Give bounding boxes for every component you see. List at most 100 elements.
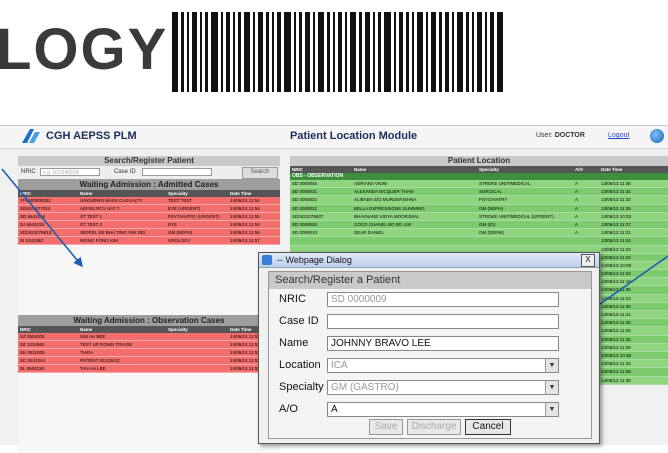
barcode-bar: [399, 12, 403, 92]
patient-location-header: Patient Location: [290, 156, 668, 166]
table-cell: PSYCHIATRY (URGENT): [168, 214, 220, 219]
barcode-bar: [406, 12, 409, 92]
table-row[interactable]: SD 0000022 BELLA EXPRESSIONS SLIMMING GM (…: [290, 204, 668, 213]
table-row[interactable]: SL 0604220 TAN AH LEE 14/06/13 11:53: [18, 365, 280, 373]
nric-label: NRIC: [279, 293, 306, 305]
table-cell: COCO CHANEL BO BO LIM: [354, 221, 412, 227]
table-cell: GM (DERM): [479, 230, 504, 236]
table-cell: 13/06/13 11:28: [601, 205, 631, 211]
ao-select[interactable]: A ▼: [327, 402, 559, 417]
table-cell: 13/06/13 11:29: [601, 344, 631, 350]
table-row[interactable]: SZ 1234560 TEST UP DOWN TRIAGE 14/06/13 11…: [18, 341, 280, 349]
table-cell: SD 0000022: [292, 205, 318, 211]
barcode-bar: [313, 12, 315, 92]
location-label: Location: [279, 359, 321, 371]
table-cell: A: [575, 181, 579, 186]
location-select[interactable]: ICA ▼: [327, 358, 559, 373]
table-cell: 13/06/13 11:31: [601, 189, 631, 195]
table-cell: [168, 341, 230, 348]
table-cell: TEST TEST: [168, 198, 193, 203]
app-title: CGH AEPSS PLM: [46, 130, 137, 142]
table-cell: 13/06/13 11:24: [601, 238, 631, 244]
slide-header: LOGY: [0, 0, 668, 120]
column-header: Name: [80, 191, 93, 196]
barcode-bar: [233, 12, 235, 92]
barcode-bar: [365, 12, 370, 92]
table-cell: SZ 1234560: [20, 342, 45, 347]
chevron-down-icon[interactable]: ▼: [545, 381, 558, 394]
column-header: NRIC: [20, 191, 31, 196]
user-name: DOCTOR: [554, 132, 585, 139]
table-row[interactable]: SC 0241344 PATIENT 0241344C 14/06/13 11:53: [18, 357, 280, 365]
table-cell: XD0421076813: [20, 230, 52, 235]
table-cell: [290, 237, 354, 244]
table-row[interactable]: YF0400000302 UNKNOWN MASS CASUALTY TEST TE…: [18, 197, 280, 205]
specialty-select[interactable]: GM (GASTRO) ▼: [327, 380, 559, 395]
table-row[interactable]: 13/06/13 11:24: [290, 237, 668, 246]
barcode-bar: [497, 12, 503, 92]
column-header: Specialty: [479, 167, 499, 172]
table-cell: 13/06/13 10:33: [601, 213, 632, 219]
nric-search-input[interactable]: e.g. S1234567A: [40, 168, 100, 176]
table-row[interactable]: SD 0000020 COCO CHANEL BO BO LIM GM (ID) A 1…: [290, 220, 668, 230]
column-header: Name: [80, 327, 93, 332]
table-cell: GM (NEPH): [479, 205, 503, 211]
barcode-bar: [359, 12, 362, 92]
chevron-down-icon[interactable]: ▼: [545, 359, 558, 372]
table-row[interactable]: XD0421076837 BHAVNANE VIDYA MOORJMAL STROK…: [290, 212, 668, 221]
logout-link[interactable]: Logout: [608, 132, 629, 139]
table-row[interactable]: SD 0000045 ADRIANA VIOW STROKE UNIT/MEDICA…: [290, 180, 668, 189]
barcode-bar: [192, 12, 197, 92]
location-table-header: NRIC Name Specialty A/O Date Time: [290, 166, 668, 173]
admitted-table: YF0400000302 UNKNOWN MASS CASUALTY TEST TE…: [18, 197, 280, 245]
table-cell: 13/06/13 11:21: [601, 230, 631, 236]
table-cell: XD0421076837: [292, 213, 324, 219]
barcode-bar: [472, 12, 474, 92]
barcode-bar: [266, 12, 269, 92]
table-cell: 14/06/13 11:56: [230, 222, 260, 227]
case-id-field[interactable]: [327, 314, 559, 329]
table-row[interactable]: SJ 6643315 ST TEST 2 EYE 14/06/13 11:56: [18, 221, 280, 229]
table-cell: 13/06/13 11:26: [601, 336, 631, 342]
column-header: Date Time: [230, 191, 252, 196]
table-row[interactable]: SD 0000032 ALIBABA S/O MURUKRISHNA PSYCHIA…: [290, 196, 668, 205]
table-cell: A: [575, 213, 579, 219]
user-label-text: User:: [536, 132, 553, 139]
table-cell: SURGICAL: [479, 189, 503, 195]
table-cell: A: [575, 230, 579, 236]
table-cell: [354, 237, 479, 244]
table-row[interactable]: SZ 0604005 SIM AH BEE 14/06/13 11:52: [18, 333, 280, 341]
barcode-bar: [318, 12, 324, 92]
table-cell: SD 0000045: [292, 181, 318, 186]
observation-section-label: OBS - OBSERVATION: [290, 173, 668, 180]
chevron-down-icon[interactable]: ▼: [545, 403, 558, 416]
barcode-bar: [221, 12, 223, 92]
table-row[interactable]: S00421077014 AEPSS RCV UAT 7 EYE (URGENT) 1…: [18, 205, 280, 213]
table-cell: 13/06/13 11:39: [601, 303, 631, 309]
name-field[interactable]: JOHNNY BRAVO LEE: [327, 336, 559, 351]
table-cell: SD 0000032: [292, 197, 318, 203]
table-cell: 13/06/13 11:41: [601, 312, 631, 317]
table-row[interactable]: XD0421076813 SEPPEL KE BHA TING VWI DEI GM…: [18, 229, 280, 237]
case-id-search-input[interactable]: [142, 168, 212, 176]
close-icon[interactable]: X: [581, 254, 595, 267]
table-cell: UROLOGY: [168, 238, 191, 243]
table-row[interactable]: SD 0000031 ALEXANDA DICQUER THAM SURGICAL A…: [290, 188, 668, 197]
barcode-bar: [299, 12, 302, 92]
table-cell: 13/06/13 11:33: [601, 361, 631, 367]
table-row[interactable]: SD 0000010 DEAR DANIEL GM (DERM) A 13/06/13 …: [290, 229, 668, 238]
table-cell: 13/06/13 11:19: [601, 279, 631, 285]
nric-field[interactable]: SD 0000009: [327, 292, 559, 307]
table-row[interactable]: SH 0511005 TIARA 14/06/13 11:52: [18, 349, 280, 357]
save-button[interactable]: Save: [369, 419, 403, 435]
table-cell: SJ 6643315: [20, 222, 45, 227]
search-button[interactable]: Search: [242, 167, 278, 179]
module-title: Patient Location Module: [290, 130, 418, 142]
table-row[interactable]: SI 1041382 WONG FONG KIM UROLOGY 14/06/13 1…: [18, 237, 280, 245]
discharge-button[interactable]: Discharge: [407, 419, 461, 435]
table-row[interactable]: SD 6641216 ST TEST 1 PSYCHIATRY (URGENT) 14…: [18, 213, 280, 221]
table-cell: STROKE UNIT/MEDICAL (URGENT): [479, 213, 554, 219]
table-cell: 13/06/13 11:36: [601, 320, 631, 326]
specialty-value: GM (GASTRO): [331, 382, 399, 393]
cancel-button[interactable]: Cancel: [465, 419, 511, 435]
